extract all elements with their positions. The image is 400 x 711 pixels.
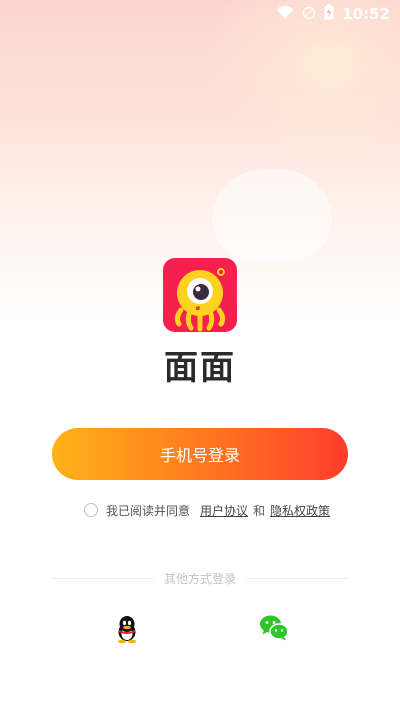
phone-login-button[interactable]: 手机号登录 — [52, 428, 348, 480]
background-bubble — [212, 170, 332, 260]
agreement-row: 我已阅读并同意 用户协议 和 隐私权政策 — [84, 500, 330, 520]
qq-icon — [118, 616, 136, 644]
user-agreement-link[interactable]: 用户协议 — [200, 502, 248, 519]
wechat-login-button[interactable] — [259, 614, 289, 642]
status-time: 10:52 — [342, 5, 390, 23]
one-eyed-monster-logo-icon — [174, 268, 226, 332]
agreement-conjunction: 和 — [253, 503, 266, 518]
wifi-icon — [276, 5, 294, 24]
app-name: 面面 — [164, 348, 236, 388]
wechat-icon — [260, 615, 289, 641]
status-bar: 10:52 — [0, 0, 400, 28]
no-sim-icon — [302, 5, 316, 24]
privacy-policy-link[interactable]: 隐私权政策 — [270, 502, 330, 519]
agreement-prefix: 我已阅读并同意 — [106, 503, 191, 518]
battery-charging-icon — [324, 4, 334, 24]
divider-line-right — [246, 577, 349, 579]
app-logo — [163, 258, 237, 332]
divider-line-left — [52, 577, 154, 579]
other-login-divider: 其他方式登录 — [52, 570, 349, 586]
other-login-label: 其他方式登录 — [164, 571, 237, 586]
agreement-checkbox[interactable] — [84, 503, 98, 517]
qq-login-button[interactable] — [113, 614, 141, 644]
